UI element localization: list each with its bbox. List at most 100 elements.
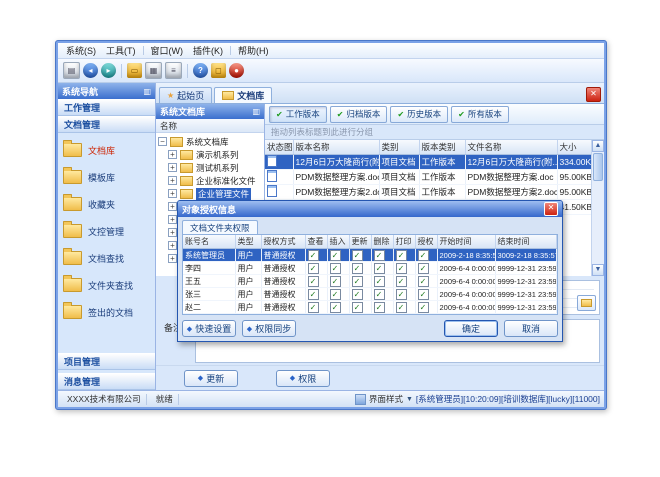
delete-checkbox[interactable]	[374, 276, 385, 287]
print-checkbox[interactable]	[396, 302, 407, 313]
view-checkbox[interactable]	[308, 302, 319, 313]
col-version-type[interactable]: 版本类别	[419, 140, 465, 155]
sidebar-item-folder-search[interactable]: 文件夹查找	[63, 274, 150, 296]
tree-root[interactable]: −系统文档库	[158, 135, 264, 148]
expand-icon[interactable]: +	[168, 228, 177, 237]
expand-icon[interactable]: +	[168, 163, 177, 172]
exit-icon[interactable]: ●	[229, 63, 244, 78]
dialog-close-button[interactable]: ✕	[544, 202, 558, 216]
authorize-checkbox[interactable]	[418, 263, 429, 274]
sidebar-item-favorites[interactable]: 收藏夹	[63, 193, 150, 215]
cancel-button[interactable]: 取消	[504, 320, 558, 337]
table-row[interactable]: PDM数据整理方案2.doc 项目文档 工作版本 PDM数据整理方案2.doc …	[265, 185, 591, 200]
ui-style-label[interactable]: 界面样式	[369, 393, 403, 405]
expand-icon[interactable]: +	[168, 176, 177, 185]
tab-doc-library[interactable]: 文档库	[214, 87, 272, 103]
dialog-titlebar[interactable]: 对象授权信息 ✕	[178, 201, 562, 217]
close-tab-button[interactable]: ✕	[586, 87, 601, 102]
sidebar-section-work[interactable]: 工作管理	[58, 99, 155, 116]
pin-icon[interactable]: ▥	[143, 87, 151, 96]
expand-icon[interactable]: +	[168, 189, 177, 198]
sidebar-item-doc-library[interactable]: 文档库	[63, 139, 150, 161]
scrollbar-track[interactable]	[592, 182, 604, 264]
lock-icon[interactable]: ◻	[211, 63, 226, 78]
expand-icon[interactable]: +	[168, 150, 177, 159]
attachment-button[interactable]	[577, 295, 596, 311]
view-checkbox[interactable]	[308, 250, 319, 261]
archived-version-button[interactable]: ✔归档版本	[330, 106, 388, 123]
col-authorize[interactable]: 授权	[415, 235, 437, 249]
expand-icon[interactable]: +	[168, 202, 177, 211]
permission-row[interactable]: 王五 用户 普通授权 2009-6-4 0:00:00	[183, 275, 557, 288]
working-version-button[interactable]: ✔工作版本	[269, 106, 327, 123]
permission-row[interactable]: 赵二 用户 普通授权 2009-6-4 0:00:00	[183, 301, 557, 314]
scrollbar-thumb[interactable]	[593, 153, 603, 181]
insert-checkbox[interactable]	[330, 250, 341, 261]
col-insert[interactable]: 插入	[327, 235, 349, 249]
scroll-up-arrow[interactable]: ▲	[592, 140, 604, 152]
authorize-checkbox[interactable]	[418, 250, 429, 261]
insert-checkbox[interactable]	[330, 263, 341, 274]
scroll-down-arrow[interactable]: ▼	[592, 264, 604, 276]
tab-home[interactable]: ★起始页	[159, 87, 212, 103]
menu-help[interactable]: 帮助(H)	[233, 43, 274, 58]
authorize-checkbox[interactable]	[418, 289, 429, 300]
sidebar-section-project[interactable]: 项目管理	[58, 353, 155, 370]
col-delete[interactable]: 删除	[371, 235, 393, 249]
tree-item[interactable]: +测试机系列	[158, 161, 264, 174]
expand-icon[interactable]: +	[168, 215, 177, 224]
expand-icon[interactable]: +	[168, 254, 177, 263]
update-checkbox[interactable]	[352, 276, 363, 287]
view-checkbox[interactable]	[308, 289, 319, 300]
chevron-down-icon[interactable]: ▼	[406, 396, 413, 403]
col-update[interactable]: 更新	[349, 235, 371, 249]
table-row[interactable]: 12月6日万大隆商行(附... 项目文档 工作版本 12月6日万大隆商行(附..…	[265, 155, 591, 170]
all-version-button[interactable]: ✔所有版本	[451, 106, 509, 123]
sidebar-item-checked-out-docs[interactable]: 签出的文档	[63, 301, 150, 323]
authorize-checkbox[interactable]	[418, 302, 429, 313]
permission-row[interactable]: 张三 用户 普通授权 2009-6-4 0:00:00	[183, 288, 557, 301]
permission-button[interactable]: ◆权限	[276, 370, 330, 387]
forward-icon[interactable]: ▸	[101, 63, 116, 78]
print-checkbox[interactable]	[396, 250, 407, 261]
sidebar-section-doc[interactable]: 文档管理	[58, 116, 155, 133]
view-checkbox[interactable]	[308, 263, 319, 274]
delete-checkbox[interactable]	[374, 263, 385, 274]
insert-checkbox[interactable]	[330, 302, 341, 313]
sidebar-item-doc-control[interactable]: 文控管理	[63, 220, 150, 242]
menu-plugins[interactable]: 插件(K)	[188, 43, 228, 58]
collapse-icon[interactable]: −	[158, 137, 167, 146]
tree-column-header[interactable]: 名称	[156, 119, 264, 133]
print-checkbox[interactable]	[396, 289, 407, 300]
pin-icon[interactable]: ▥	[252, 107, 260, 116]
menu-window[interactable]: 窗口(W)	[146, 43, 189, 58]
col-status-icon[interactable]: 状态图	[265, 140, 293, 155]
permission-sync-button[interactable]: ◆权限同步	[242, 320, 296, 337]
sidebar-item-doc-search[interactable]: 文档查找	[63, 247, 150, 269]
col-type[interactable]: 类型	[235, 235, 261, 249]
col-print[interactable]: 打印	[393, 235, 415, 249]
col-end-time[interactable]: 结束时间	[495, 235, 557, 249]
back-icon[interactable]: ◂	[83, 63, 98, 78]
menu-tools[interactable]: 工具(T)	[101, 43, 141, 58]
update-checkbox[interactable]	[352, 263, 363, 274]
delete-checkbox[interactable]	[374, 250, 385, 261]
ok-button[interactable]: 确定	[444, 320, 498, 337]
col-size[interactable]: 大小	[557, 140, 591, 155]
permission-row[interactable]: 李四 用户 普通授权 2009-6-4 0:00:00	[183, 262, 557, 275]
col-version-name[interactable]: 版本名称	[293, 140, 379, 155]
tree-item-selected[interactable]: +企业管理文件	[158, 187, 264, 200]
permission-row[interactable]: 系统管理员 用户 普通授权 2009-2-18 8:35:57	[183, 249, 557, 262]
col-auth-mode[interactable]: 授权方式	[261, 235, 305, 249]
update-checkbox[interactable]	[352, 250, 363, 261]
delete-checkbox[interactable]	[374, 289, 385, 300]
view-checkbox[interactable]	[308, 276, 319, 287]
table-row[interactable]: PDM数据整理方案.doc 项目文档 工作版本 PDM数据整理方案.doc 95…	[265, 170, 591, 185]
insert-checkbox[interactable]	[330, 289, 341, 300]
delete-checkbox[interactable]	[374, 302, 385, 313]
tree-item[interactable]: +演示机系列	[158, 148, 264, 161]
insert-checkbox[interactable]	[330, 276, 341, 287]
sidebar-item-template-library[interactable]: 模板库	[63, 166, 150, 188]
update-button[interactable]: ◆更新	[184, 370, 238, 387]
calculator-icon[interactable]: ≡	[165, 62, 182, 79]
